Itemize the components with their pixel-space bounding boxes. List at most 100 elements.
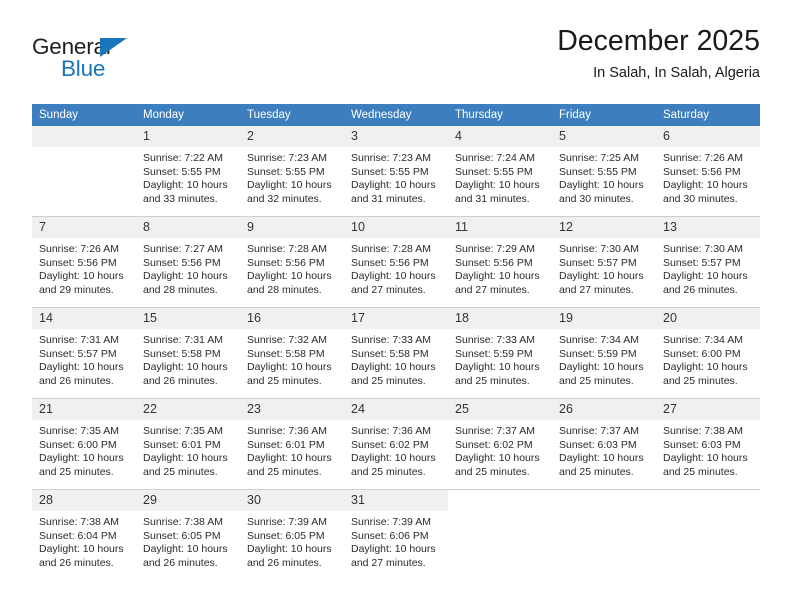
daylight-duration-line2: and 25 minutes. [455, 465, 530, 478]
day-number: 6 [656, 126, 760, 147]
sunrise-time: Sunrise: 7:38 AM [39, 516, 119, 528]
day-number: 23 [240, 399, 344, 420]
day-details: Sunrise: 7:37 AM Sunset: 6:03 PM Daylight:… [552, 420, 656, 479]
sunset-time: Sunset: 6:05 PM [143, 529, 221, 542]
daylight-duration-line1: Daylight: 10 hours [39, 543, 124, 556]
calendar-cell-day[interactable]: 15 Sunrise: 7:31 AM Sunset: 5:58 PM Dayligh… [136, 307, 240, 399]
daylight-duration-line2: and 33 minutes. [143, 192, 218, 205]
day-details: Sunrise: 7:30 AM Sunset: 5:57 PM Daylight:… [552, 238, 656, 297]
calendar-week-row: 1 Sunrise: 7:22 AM Sunset: 5:55 PM Daylight… [32, 126, 760, 217]
sunset-time: Sunset: 5:56 PM [351, 256, 429, 269]
weekday-header-saturday: Saturday [656, 104, 760, 126]
sunrise-time: Sunrise: 7:39 AM [247, 516, 327, 528]
calendar-cell-day[interactable]: 1 Sunrise: 7:22 AM Sunset: 5:55 PM Daylight… [136, 126, 240, 217]
calendar-cell-day[interactable]: 31 Sunrise: 7:39 AM Sunset: 6:06 PM Dayligh… [344, 489, 448, 580]
calendar-cell-day[interactable]: 29 Sunrise: 7:38 AM Sunset: 6:05 PM Dayligh… [136, 489, 240, 580]
daylight-duration-line1: Daylight: 10 hours [351, 270, 436, 283]
sunset-time: Sunset: 6:00 PM [39, 438, 117, 451]
sunset-time: Sunset: 6:06 PM [351, 529, 429, 542]
daylight-duration-line2: and 25 minutes. [351, 374, 426, 387]
calendar-cell-day[interactable]: 13 Sunrise: 7:30 AM Sunset: 5:57 PM Dayligh… [656, 216, 760, 308]
daylight-duration-line1: Daylight: 10 hours [143, 179, 228, 192]
calendar-cell-day[interactable]: 2 Sunrise: 7:23 AM Sunset: 5:55 PM Daylight… [240, 126, 344, 217]
calendar-cell-day[interactable]: 7 Sunrise: 7:26 AM Sunset: 5:56 PM Daylight… [32, 216, 136, 308]
daylight-duration-line2: and 25 minutes. [455, 374, 530, 387]
day-details: Sunrise: 7:25 AM Sunset: 5:55 PM Daylight:… [552, 147, 656, 206]
daylight-duration-line2: and 26 minutes. [247, 556, 322, 569]
daylight-duration-line1: Daylight: 10 hours [351, 543, 436, 556]
calendar-cell-day[interactable]: 30 Sunrise: 7:39 AM Sunset: 6:05 PM Dayligh… [240, 489, 344, 580]
sunrise-time: Sunrise: 7:32 AM [247, 334, 327, 346]
calendar-cell-day[interactable]: 21 Sunrise: 7:35 AM Sunset: 6:00 PM Dayligh… [32, 398, 136, 490]
calendar-cell-day[interactable]: 14 Sunrise: 7:31 AM Sunset: 5:57 PM Dayligh… [32, 307, 136, 399]
daylight-duration-line1: Daylight: 10 hours [455, 179, 540, 192]
calendar-cell-day[interactable]: 8 Sunrise: 7:27 AM Sunset: 5:56 PM Daylight… [136, 216, 240, 308]
day-number [552, 490, 656, 511]
general-blue-logo[interactable]: General Blue [32, 34, 212, 90]
daylight-duration-line2: and 26 minutes. [143, 556, 218, 569]
calendar-cell-day[interactable]: 17 Sunrise: 7:33 AM Sunset: 5:58 PM Dayligh… [344, 307, 448, 399]
sunset-time: Sunset: 5:55 PM [247, 165, 325, 178]
day-number: 9 [240, 217, 344, 238]
calendar-cell-day[interactable]: 25 Sunrise: 7:37 AM Sunset: 6:02 PM Dayligh… [448, 398, 552, 490]
daylight-duration-line1: Daylight: 10 hours [351, 179, 436, 192]
day-number: 24 [344, 399, 448, 420]
daylight-duration-line1: Daylight: 10 hours [663, 452, 748, 465]
weekday-header-monday: Monday [136, 104, 240, 126]
daylight-duration-line2: and 25 minutes. [247, 465, 322, 478]
calendar-cell-day[interactable]: 22 Sunrise: 7:35 AM Sunset: 6:01 PM Dayligh… [136, 398, 240, 490]
day-number: 18 [448, 308, 552, 329]
calendar-cell-day[interactable]: 26 Sunrise: 7:37 AM Sunset: 6:03 PM Dayligh… [552, 398, 656, 490]
daylight-duration-line2: and 25 minutes. [663, 374, 738, 387]
calendar-cell-day[interactable]: 12 Sunrise: 7:30 AM Sunset: 5:57 PM Dayligh… [552, 216, 656, 308]
daylight-duration-line2: and 28 minutes. [247, 283, 322, 296]
daylight-duration-line2: and 25 minutes. [247, 374, 322, 387]
calendar-cell-day[interactable]: 28 Sunrise: 7:38 AM Sunset: 6:04 PM Dayligh… [32, 489, 136, 580]
day-details: Sunrise: 7:36 AM Sunset: 6:02 PM Daylight:… [344, 420, 448, 479]
daylight-duration-line1: Daylight: 10 hours [143, 270, 228, 283]
daylight-duration-line1: Daylight: 10 hours [247, 543, 332, 556]
day-details: Sunrise: 7:22 AM Sunset: 5:55 PM Daylight:… [136, 147, 240, 206]
calendar-cell-day[interactable]: 27 Sunrise: 7:38 AM Sunset: 6:03 PM Dayligh… [656, 398, 760, 490]
day-details: Sunrise: 7:27 AM Sunset: 5:56 PM Daylight:… [136, 238, 240, 297]
sunrise-time: Sunrise: 7:30 AM [559, 243, 639, 255]
day-details: Sunrise: 7:31 AM Sunset: 5:58 PM Daylight:… [136, 329, 240, 388]
calendar-cell-day[interactable]: 3 Sunrise: 7:23 AM Sunset: 5:55 PM Daylight… [344, 126, 448, 217]
sunrise-time: Sunrise: 7:29 AM [455, 243, 535, 255]
sunset-time: Sunset: 5:56 PM [455, 256, 533, 269]
calendar-cell-day[interactable]: 10 Sunrise: 7:28 AM Sunset: 5:56 PM Dayligh… [344, 216, 448, 308]
calendar-cell-empty [32, 126, 136, 217]
daylight-duration-line2: and 27 minutes. [351, 556, 426, 569]
calendar-cell-empty [552, 489, 656, 580]
calendar-cell-day[interactable]: 24 Sunrise: 7:36 AM Sunset: 6:02 PM Dayligh… [344, 398, 448, 490]
daylight-duration-line1: Daylight: 10 hours [39, 452, 124, 465]
day-number: 2 [240, 126, 344, 147]
daylight-duration-line1: Daylight: 10 hours [247, 452, 332, 465]
day-details: Sunrise: 7:30 AM Sunset: 5:57 PM Daylight:… [656, 238, 760, 297]
day-number: 26 [552, 399, 656, 420]
weekday-header-thursday: Thursday [448, 104, 552, 126]
sunset-time: Sunset: 5:56 PM [663, 165, 741, 178]
day-details: Sunrise: 7:39 AM Sunset: 6:06 PM Daylight:… [344, 511, 448, 570]
calendar-cell-day[interactable]: 9 Sunrise: 7:28 AM Sunset: 5:56 PM Daylight… [240, 216, 344, 308]
calendar-cell-day[interactable]: 6 Sunrise: 7:26 AM Sunset: 5:56 PM Daylight… [656, 126, 760, 217]
calendar-week-row: 7 Sunrise: 7:26 AM Sunset: 5:56 PM Daylight… [32, 216, 760, 308]
day-number: 30 [240, 490, 344, 511]
day-details: Sunrise: 7:28 AM Sunset: 5:56 PM Daylight:… [240, 238, 344, 297]
day-number: 19 [552, 308, 656, 329]
sunset-time: Sunset: 5:55 PM [455, 165, 533, 178]
calendar-cell-day[interactable]: 20 Sunrise: 7:34 AM Sunset: 6:00 PM Dayligh… [656, 307, 760, 399]
calendar-cell-day[interactable]: 11 Sunrise: 7:29 AM Sunset: 5:56 PM Dayligh… [448, 216, 552, 308]
calendar-cell-day[interactable]: 23 Sunrise: 7:36 AM Sunset: 6:01 PM Dayligh… [240, 398, 344, 490]
calendar-cell-day[interactable]: 19 Sunrise: 7:34 AM Sunset: 5:59 PM Dayligh… [552, 307, 656, 399]
calendar-cell-day[interactable]: 16 Sunrise: 7:32 AM Sunset: 5:58 PM Dayligh… [240, 307, 344, 399]
calendar-grid: Sunday Monday Tuesday Wednesday Thursday… [32, 104, 760, 580]
calendar-cell-day[interactable]: 4 Sunrise: 7:24 AM Sunset: 5:55 PM Daylight… [448, 126, 552, 217]
day-number: 7 [32, 217, 136, 238]
sunset-time: Sunset: 5:55 PM [351, 165, 429, 178]
calendar-cell-day[interactable]: 18 Sunrise: 7:33 AM Sunset: 5:59 PM Dayligh… [448, 307, 552, 399]
day-details: Sunrise: 7:34 AM Sunset: 5:59 PM Daylight:… [552, 329, 656, 388]
sunrise-time: Sunrise: 7:28 AM [351, 243, 431, 255]
calendar-cell-day[interactable]: 5 Sunrise: 7:25 AM Sunset: 5:55 PM Daylight… [552, 126, 656, 217]
daylight-duration-line1: Daylight: 10 hours [559, 179, 644, 192]
